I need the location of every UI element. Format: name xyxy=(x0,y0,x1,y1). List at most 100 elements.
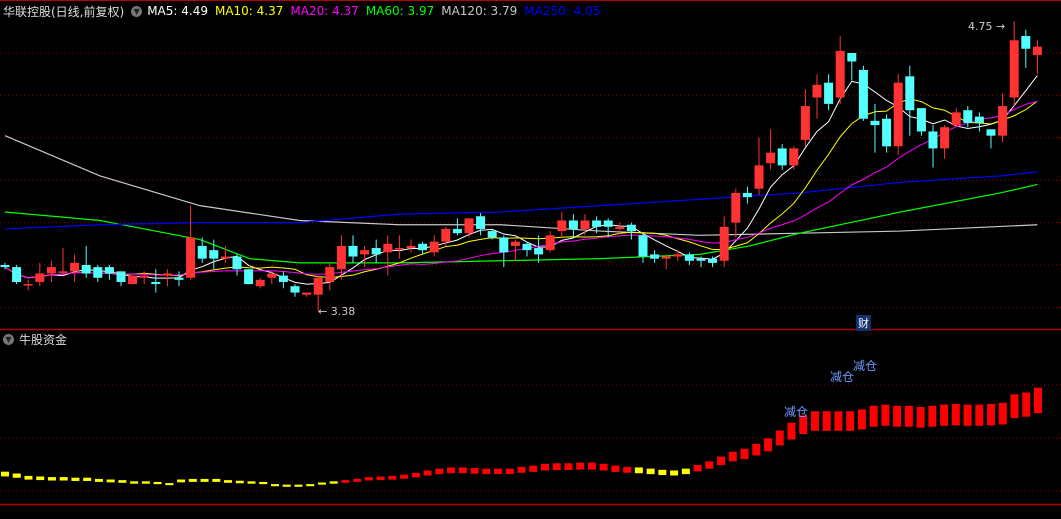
indicator-bar xyxy=(951,403,960,426)
indicator-bar xyxy=(810,411,819,431)
indicator-bar xyxy=(881,404,890,426)
candle-body xyxy=(46,267,56,274)
indicator-bar xyxy=(1010,394,1019,419)
indicator-bar xyxy=(329,481,338,484)
indicator-bar xyxy=(646,468,655,475)
candle-body xyxy=(708,258,718,263)
candle-body xyxy=(383,243,393,253)
candle-body xyxy=(174,277,184,280)
candle-body xyxy=(661,256,671,259)
indicator-bar xyxy=(83,477,92,481)
candle-body xyxy=(626,224,636,232)
candle-body xyxy=(232,256,242,270)
indicator-bar xyxy=(623,466,632,473)
indicator-bar xyxy=(787,422,796,440)
indicator-bar xyxy=(165,483,174,486)
indicator-bar xyxy=(752,443,761,456)
indicator-bar xyxy=(212,478,221,482)
indicator-bar xyxy=(916,407,925,428)
indicator-bar xyxy=(634,467,643,474)
candle-body xyxy=(800,106,810,140)
indicator-bar xyxy=(94,478,103,482)
candle-body xyxy=(870,120,880,126)
candle-body xyxy=(139,275,149,278)
indicator-bar xyxy=(59,477,68,481)
candle-body xyxy=(731,192,741,223)
candle-body xyxy=(638,235,648,257)
candle-body xyxy=(35,273,45,282)
finance-marker[interactable]: 财 xyxy=(856,315,871,331)
indicator-bar xyxy=(247,481,256,484)
candle-body xyxy=(905,76,915,111)
indicator-bar xyxy=(552,463,561,471)
stock-title: 华联控股(日线,前复权) xyxy=(3,4,125,19)
candle-body xyxy=(93,267,103,278)
indicator-bar xyxy=(505,468,514,475)
candle-body xyxy=(545,235,555,251)
candle-body xyxy=(754,165,764,189)
indicator-bar xyxy=(177,479,186,483)
indicator-bar xyxy=(494,468,503,475)
ma250-label: MA250: 4.05 xyxy=(524,4,601,18)
indicator-bar xyxy=(764,438,773,452)
indicator-bar xyxy=(717,456,726,466)
candle-body xyxy=(534,248,544,255)
indicator-bar xyxy=(12,473,21,478)
indicator-bar xyxy=(118,480,127,483)
candle-body xyxy=(882,118,892,147)
candle-body xyxy=(789,148,799,166)
kline-chart[interactable] xyxy=(0,0,1061,519)
candle-body xyxy=(476,216,486,229)
indicator-bar xyxy=(106,479,115,483)
candle-body xyxy=(371,248,381,255)
indicator-bar xyxy=(998,402,1007,425)
indicator-bar xyxy=(705,461,714,469)
candle-body xyxy=(568,220,578,229)
ma5-label: MA5: 4.49 xyxy=(147,4,208,18)
indicator-bar xyxy=(670,470,679,476)
ma120-line xyxy=(4,135,1038,236)
candle-body xyxy=(429,241,439,253)
candle-body xyxy=(162,273,172,276)
indicator-bar xyxy=(71,477,80,481)
candle-body xyxy=(696,258,706,261)
candle-body xyxy=(197,245,207,259)
indicator-bar xyxy=(306,484,315,487)
candle-body xyxy=(1009,40,1019,98)
ma5-line xyxy=(4,75,1038,285)
low-price-marker: ← 3.38 xyxy=(318,305,356,318)
candle-body xyxy=(893,82,903,147)
candle-body xyxy=(441,228,451,242)
candle-body xyxy=(522,243,532,251)
signal-label: 减仓 xyxy=(853,359,878,373)
candle-body xyxy=(209,250,219,259)
indicator-bar xyxy=(270,484,279,487)
indicator-bar xyxy=(411,472,420,478)
indicator-bar xyxy=(188,478,197,482)
indicator-bar xyxy=(928,405,937,427)
indicator-bar xyxy=(1,471,9,477)
indicator-bar xyxy=(599,463,608,471)
candle-body xyxy=(116,271,126,282)
candle-body xyxy=(104,267,114,274)
indicator-bar xyxy=(341,480,350,483)
candle-body xyxy=(151,281,161,285)
indicator-bar xyxy=(458,467,467,474)
candle-body xyxy=(336,245,346,270)
candle-body xyxy=(487,231,497,238)
ma20-label: MA20: 4.37 xyxy=(290,4,359,18)
indicator-bar xyxy=(869,405,878,427)
ma120-label: MA120: 3.79 xyxy=(441,4,518,18)
chevron-down-icon[interactable]: ▼ xyxy=(131,5,143,17)
candle-body xyxy=(220,256,230,259)
candle-body xyxy=(812,84,822,98)
indicator-bar xyxy=(400,474,409,479)
candle-body xyxy=(650,254,660,259)
indicator-title: 牛股资金 xyxy=(19,333,68,347)
indicator-bar xyxy=(388,475,397,480)
candle-body xyxy=(1021,36,1031,49)
indicator-bar xyxy=(940,404,949,426)
chevron-down-icon[interactable]: ▼ xyxy=(3,334,14,345)
indicator-bar xyxy=(975,404,984,426)
indicator-bar xyxy=(611,465,620,472)
